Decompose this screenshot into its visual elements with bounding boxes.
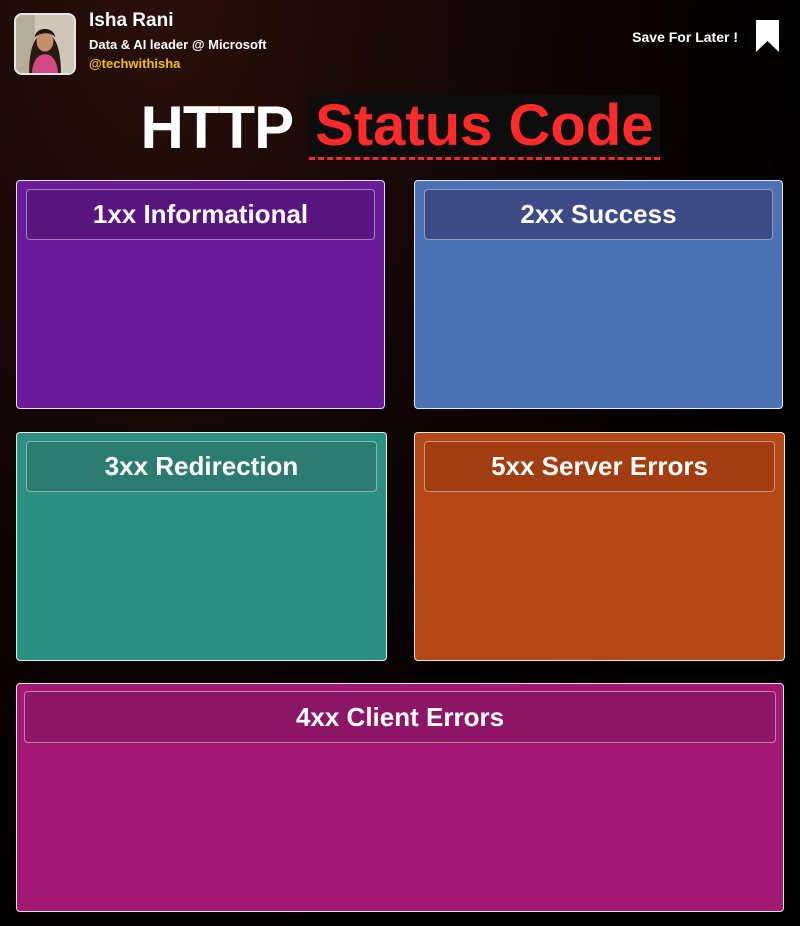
- avatar-photo: [16, 15, 74, 73]
- card-4xx-client-errors: 4xx Client Errors: [16, 683, 784, 912]
- save-for-later-label[interactable]: Save For Later !: [632, 29, 738, 45]
- card-header-5xx: 5xx Server Errors: [424, 441, 775, 492]
- card-3xx-redirection: 3xx Redirection: [16, 432, 387, 661]
- author-header: Isha Rani Data & AI leader @ Microsoft @…: [0, 0, 800, 90]
- card-header-4xx: 4xx Client Errors: [24, 691, 776, 743]
- avatar[interactable]: [14, 13, 76, 75]
- author-title: Data & AI leader @ Microsoft: [89, 37, 267, 52]
- card-header-1xx: 1xx Informational: [26, 189, 375, 240]
- title-http: HTTP: [140, 93, 294, 161]
- card-1xx-informational: 1xx Informational: [16, 180, 385, 409]
- author-name: Isha Rani: [89, 10, 174, 31]
- card-2xx-success: 2xx Success: [414, 180, 783, 409]
- card-header-3xx: 3xx Redirection: [26, 441, 377, 492]
- card-5xx-server-errors: 5xx Server Errors: [414, 432, 785, 661]
- title-status-code: Status Code: [309, 94, 660, 160]
- card-header-2xx: 2xx Success: [424, 189, 773, 240]
- bookmark-icon[interactable]: [755, 19, 780, 53]
- page-title: HTTP Status Code: [0, 92, 800, 162]
- author-handle[interactable]: @techwithisha: [89, 56, 180, 71]
